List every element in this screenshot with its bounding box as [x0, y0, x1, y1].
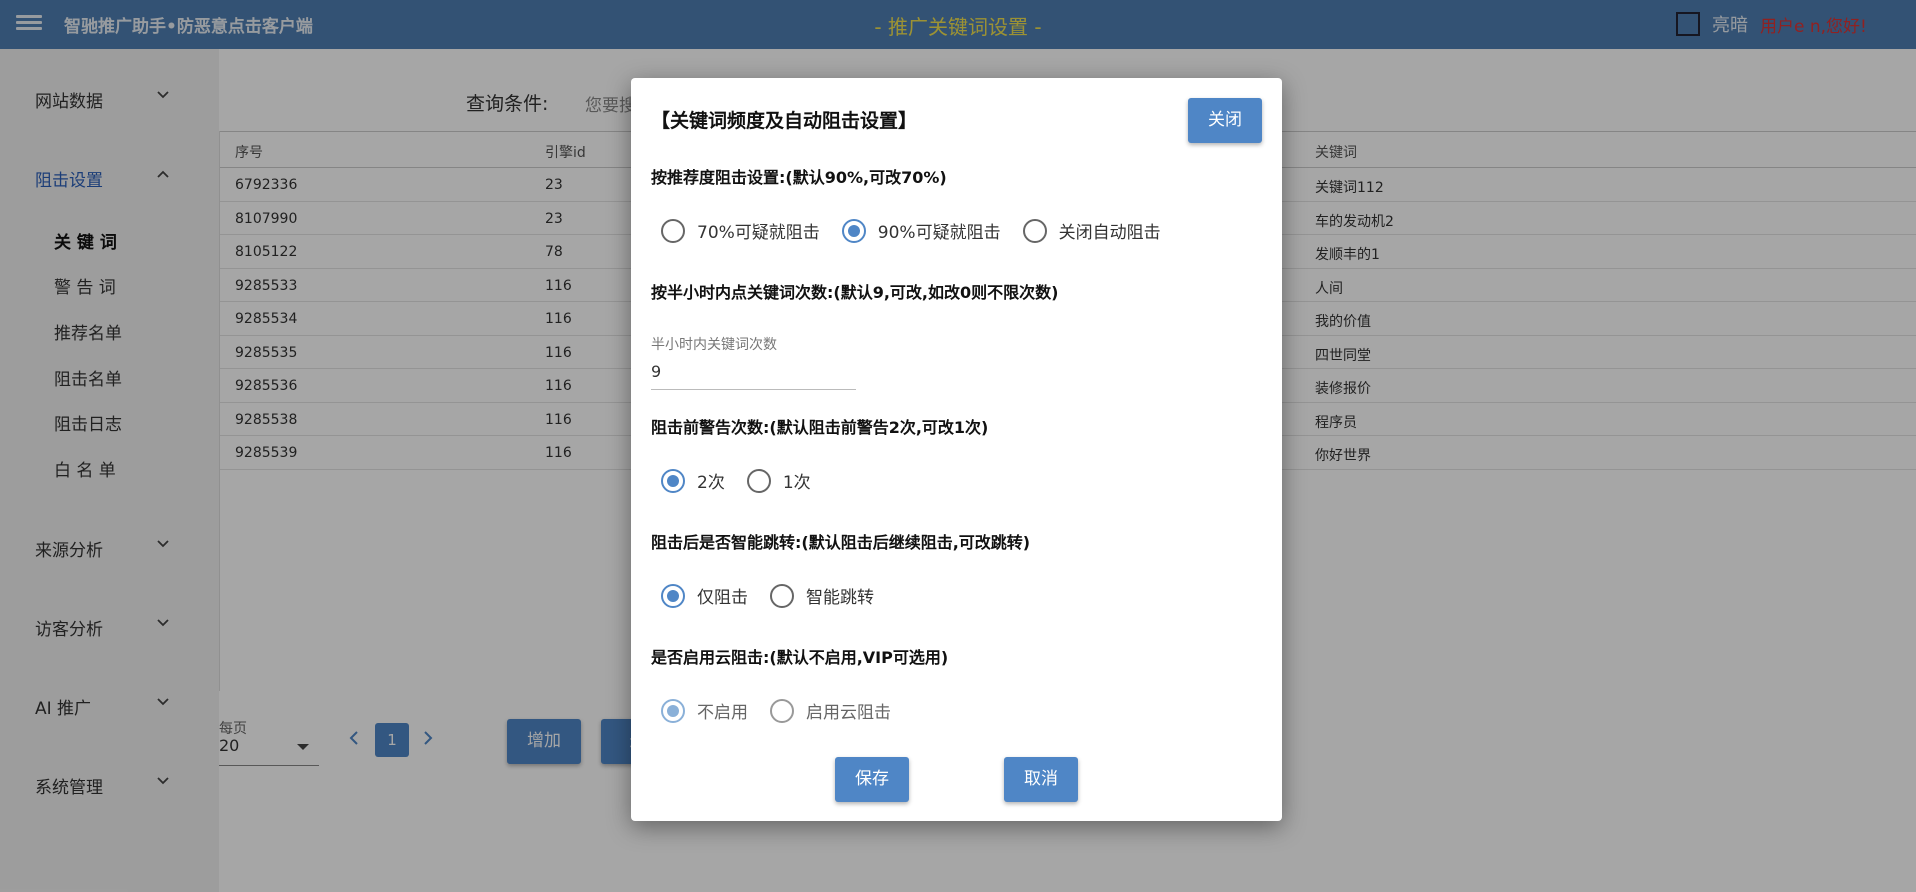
radio-1-time[interactable]: 1次 [746, 468, 811, 493]
radio-label: 1次 [782, 473, 811, 493]
radio-disable-auto-block[interactable]: 关闭自动阻击 [1022, 218, 1161, 243]
half-hour-clicks-input[interactable] [651, 354, 856, 390]
radio-cloud-enabled[interactable]: 启用云阻击 [770, 698, 891, 723]
section-cloud-block-label: 是否启用云阻击:(默认不启用,VIP可选用) [651, 648, 949, 667]
radio-circle [770, 583, 794, 608]
radio-circle [1022, 218, 1047, 243]
section-warning-count-label: 阻击前警告次数:(默认阻击前警告2次,可改1次) [651, 418, 989, 437]
dialog-title: 【关键词频度及自动阻击设置】 [651, 110, 918, 132]
radio-circle [841, 218, 866, 243]
warning-count-radio-group: 2次 1次 [661, 468, 833, 493]
radio-label: 关闭自动阻击 [1058, 223, 1161, 243]
radio-circle [661, 468, 685, 493]
radio-circle [661, 218, 685, 243]
radio-label: 90%可疑就阻击 [877, 223, 1001, 243]
radio-circle [661, 583, 685, 608]
radio-label: 仅阻击 [697, 588, 748, 608]
radio-label: 启用云阻击 [806, 703, 891, 723]
radio-circle [770, 698, 794, 723]
half-hour-clicks-field-label: 半小时内关键词次数 [651, 337, 777, 353]
radio-2-times[interactable]: 2次 [661, 468, 725, 493]
radio-smart-redirect[interactable]: 智能跳转 [770, 583, 874, 608]
close-button[interactable]: 关闭 [1188, 98, 1262, 143]
section-smart-redirect-label: 阻击后是否智能跳转:(默认阻击后继续阻击,可改跳转) [651, 533, 1031, 552]
radio-90-percent[interactable]: 90%可疑就阻击 [841, 218, 1001, 243]
cloud-block-radio-group: 不启用 启用云阻击 [661, 698, 913, 723]
radio-label: 不启用 [697, 703, 748, 723]
radio-circle [661, 698, 685, 723]
recommend-block-radio-group: 70%可疑就阻击 90%可疑就阻击 关闭自动阻击 [661, 218, 1183, 243]
radio-block-only[interactable]: 仅阻击 [661, 583, 748, 608]
radio-label: 2次 [697, 473, 725, 493]
cancel-button[interactable]: 取消 [1004, 757, 1078, 802]
keyword-settings-dialog: 【关键词频度及自动阻击设置】 关闭 按推荐度阻击设置:(默认90%,可改70%)… [631, 78, 1282, 821]
radio-label: 智能跳转 [806, 588, 874, 608]
radio-label: 70%可疑就阻击 [697, 223, 820, 243]
radio-circle [746, 468, 771, 493]
radio-70-percent[interactable]: 70%可疑就阻击 [661, 218, 820, 243]
section-half-hour-clicks-label: 按半小时内点关键词次数:(默认9,可改,如改0则不限次数) [651, 283, 1059, 302]
smart-redirect-radio-group: 仅阻击 智能跳转 [661, 583, 896, 608]
section-recommend-block-label: 按推荐度阻击设置:(默认90%,可改70%) [651, 168, 947, 187]
save-button[interactable]: 保存 [835, 757, 909, 802]
radio-cloud-disabled[interactable]: 不启用 [661, 698, 748, 723]
